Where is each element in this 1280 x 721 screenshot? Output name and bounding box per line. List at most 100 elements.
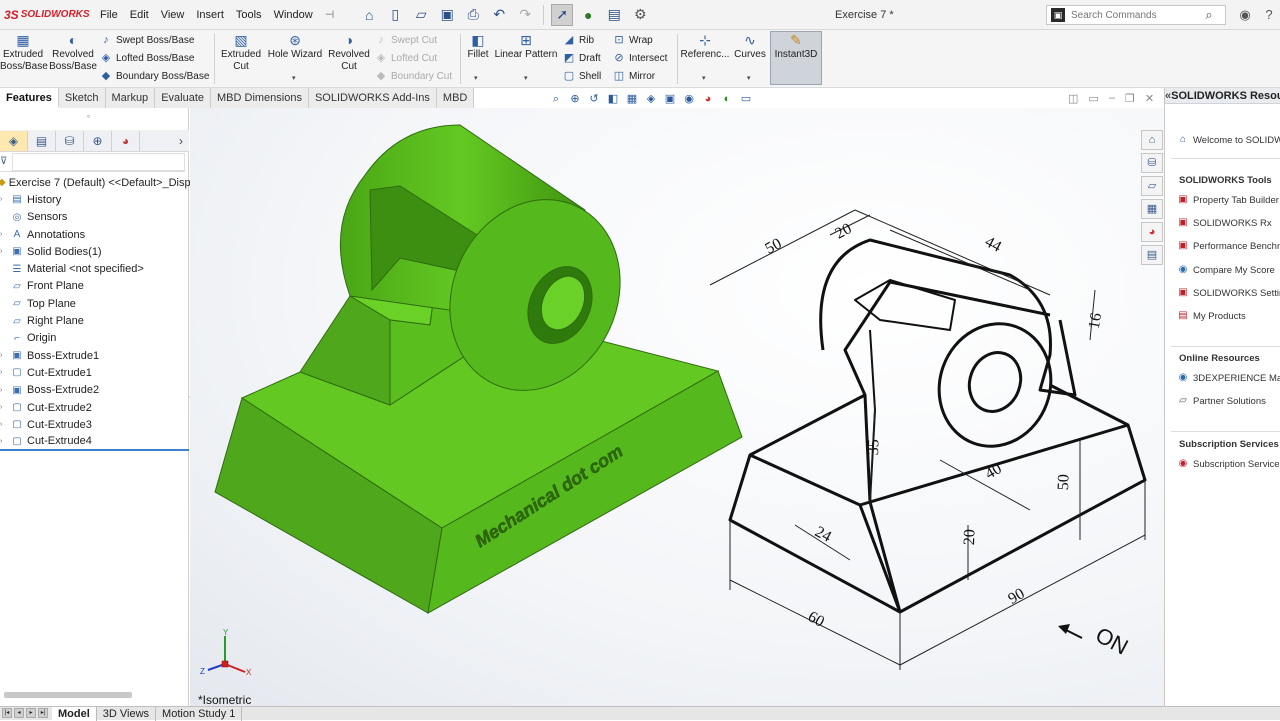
menu-view[interactable]: View [155,0,191,30]
rib-button[interactable]: ◢ Rib [562,31,594,49]
subscription-services-link[interactable]: ◉ Subscription Services [1177,458,1280,470]
appearances-icon[interactable]: ◕ [1141,222,1163,242]
tile-horizontal-icon[interactable]: ▭ [1088,92,1098,105]
tile-icon[interactable]: ◫ [1068,92,1078,105]
swept-cut-button[interactable]: ♪ Swept Cut [374,31,437,49]
hole-wizard-button[interactable]: ⊛ Hole Wizard [266,32,324,61]
menu-edit[interactable]: Edit [124,0,155,30]
wrap-button[interactable]: ⊡ Wrap [612,31,652,49]
curves-dropdown-icon[interactable]: ▾ [747,74,751,82]
close-icon[interactable]: ✕ [1145,92,1154,105]
tree-item-front-plane[interactable]: ▱ Front Plane [0,278,189,295]
save-icon[interactable]: ▣ [436,4,458,26]
boundary-cut-button[interactable]: ◆ Boundary Cut [374,67,452,85]
traffic-light-icon[interactable]: ● [577,4,599,26]
first-tab-icon[interactable]: |◂ [2,707,12,718]
fillet-dropdown-icon[interactable]: ▾ [474,74,478,82]
help-icon[interactable]: ? [1260,6,1278,24]
panel-drag-handle-icon[interactable]: ∘ [86,112,91,121]
resources-home-icon[interactable]: ⌂ [1141,130,1163,150]
tree-item-sensors[interactable]: ◎ Sensors [0,209,189,226]
file-explorer-icon[interactable]: ▱ [1141,176,1163,196]
horizontal-scrollbar[interactable] [4,692,132,698]
tab-mbd[interactable]: MBD [436,88,475,108]
lofted-cut-button[interactable]: ◈ Lofted Cut [374,49,437,67]
zoom-to-fit-icon[interactable]: ⌕ [548,91,564,107]
curves-button[interactable]: ∿ Curves [732,32,768,61]
revolved-cut-button[interactable]: ◑ Revolved Cut [326,32,372,73]
file-properties-icon[interactable]: ▤ [603,4,625,26]
solidworks-rx-link[interactable]: ▣ SOLIDWORKS Rx [1177,217,1271,229]
menu-window[interactable]: Window [268,0,319,30]
apply-scene-icon[interactable]: ◐ [719,91,735,107]
home-icon[interactable]: ⌂ [358,4,380,26]
filter-input[interactable] [12,152,185,171]
compare-my-score-link[interactable]: ◉ Compare My Score [1177,264,1275,276]
tab-model[interactable]: Model [52,706,97,721]
view-palette-icon[interactable]: ▦ [1141,199,1163,219]
reference-geometry-button[interactable]: ⊹ Referenc... [680,32,730,61]
configuration-manager-tab-icon[interactable]: ⛁ [56,130,84,151]
tab-markup[interactable]: Markup [105,88,156,108]
minimize-icon[interactable]: – [1109,92,1115,105]
tree-item-top-plane[interactable]: ▱ Top Plane [0,295,189,312]
boundary-boss-button[interactable]: ◆ Boundary Boss/Base [99,67,210,85]
menu-insert[interactable]: Insert [190,0,230,30]
view-settings-icon[interactable]: ▭ [738,91,754,107]
tree-item-material[interactable]: ☰ Material <not specified> [0,260,189,277]
tree-item-cut-extrude3[interactable]: › ▢ Cut-Extrude3 [0,416,189,433]
feature-manager-tab-icon[interactable]: ◈ [0,130,28,151]
options-gear-icon[interactable]: ⚙ [629,4,651,26]
tree-item-right-plane[interactable]: ▱ Right Plane [0,312,189,329]
open-folder-icon[interactable]: ▱ [410,4,432,26]
menu-file[interactable]: File [94,0,124,30]
draft-button[interactable]: ◩ Draft [562,49,601,67]
tree-item-origin[interactable]: ⌐ Origin [0,330,189,347]
zoom-to-area-icon[interactable]: ⊕ [567,91,583,107]
tree-item-solid-bodies[interactable]: › ▣ Solid Bodies(1) [0,243,189,260]
mirror-button[interactable]: ◫ Mirror [612,67,655,85]
solidworks-logo[interactable]: 3S SOLIDWORKS [0,0,90,30]
user-account-icon[interactable]: ◉ [1236,6,1254,24]
tab-evaluate[interactable]: Evaluate [155,88,211,108]
dimxpert-manager-tab-icon[interactable]: ⊕ [84,130,112,151]
hole-wizard-dropdown-icon[interactable]: ▾ [292,74,296,82]
tree-item-boss-extrude1[interactable]: › ▣ Boss-Extrude1 [0,347,189,364]
search-dropdown-icon[interactable]: ▣ [1051,8,1065,22]
reference-dropdown-icon[interactable]: ▾ [702,74,706,82]
my-products-link[interactable]: ▤ My Products [1177,310,1246,322]
tab-features[interactable]: Features [0,88,59,108]
solidworks-settings-link[interactable]: ▣SOLIDWORKS Settings [1177,287,1280,299]
fillet-button[interactable]: ◧ Fillet [464,32,492,61]
tree-root[interactable]: ◆ Exercise 7 (Default) <<Default>_Disp [0,174,191,191]
property-manager-tab-icon[interactable]: ▤ [28,130,56,151]
tree-item-cut-extrude2[interactable]: › ▢ Cut-Extrude2 [0,399,189,416]
lofted-boss-button[interactable]: ◈ Lofted Boss/Base [99,49,195,67]
display-manager-tab-icon[interactable]: ◕ [112,130,140,151]
revolved-boss-button[interactable]: ◐ Revolved Boss/Base [49,32,97,73]
restore-icon[interactable]: ❐ [1125,92,1135,105]
linear-pattern-button[interactable]: ⊞ Linear Pattern [494,32,558,61]
search-icon[interactable]: ⌕ [1200,6,1218,24]
menu-tools[interactable]: Tools [230,0,268,30]
previous-view-icon[interactable]: ↺ [586,91,602,107]
view-orientation-icon[interactable]: ◈ [643,91,659,107]
edit-appearance-icon[interactable]: ◕ [700,91,716,107]
print-icon[interactable]: ⎙ [462,4,484,26]
search-input[interactable] [1071,9,1191,21]
partner-solutions-link[interactable]: ▱ Partner Solutions [1177,395,1266,407]
tree-item-cut-extrude4[interactable]: › ▢ Cut-Extrude4 [0,433,189,451]
tab-3d-views[interactable]: 3D Views [97,706,157,721]
performance-benchmark-link[interactable]: ▣Performance Benchmark [1177,240,1280,252]
tab-solidworks-addins[interactable]: SOLIDWORKS Add-Ins [308,88,437,108]
new-document-icon[interactable]: ▯ [384,4,406,26]
3dexperience-marketplace-link[interactable]: ◉3DEXPERIENCE Marketplace [1177,372,1280,384]
tree-item-boss-extrude2[interactable]: › ▣ Boss-Extrude2 [0,382,189,399]
shell-button[interactable]: ▢ Shell [562,67,601,85]
dynamic-annotation-icon[interactable]: ▦ [624,91,640,107]
chevron-right-icon[interactable]: › [179,134,183,148]
tree-item-cut-extrude1[interactable]: › ▢ Cut-Extrude1 [0,364,189,381]
graphics-area[interactable]: Mechanical dot com 50 20 44 16 35 40 24 … [190,108,1164,706]
display-style-icon[interactable]: ▣ [662,91,678,107]
extruded-cut-button[interactable]: ▧ Extruded Cut [218,32,264,73]
